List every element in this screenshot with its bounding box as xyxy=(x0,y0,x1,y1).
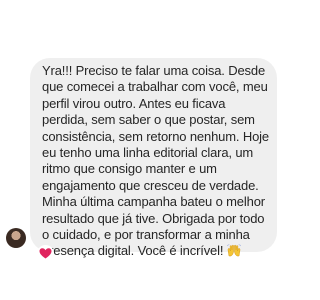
raising-hands-icon xyxy=(226,244,241,257)
sender-avatar[interactable] xyxy=(6,228,26,248)
message-reaction[interactable] xyxy=(38,246,53,261)
message-text: Yra!!! Preciso te falar uma coisa. Desde… xyxy=(42,63,269,259)
message-bubble[interactable]: Yra!!! Preciso te falar uma coisa. Desde… xyxy=(30,58,277,258)
red-heart-icon xyxy=(39,248,52,259)
